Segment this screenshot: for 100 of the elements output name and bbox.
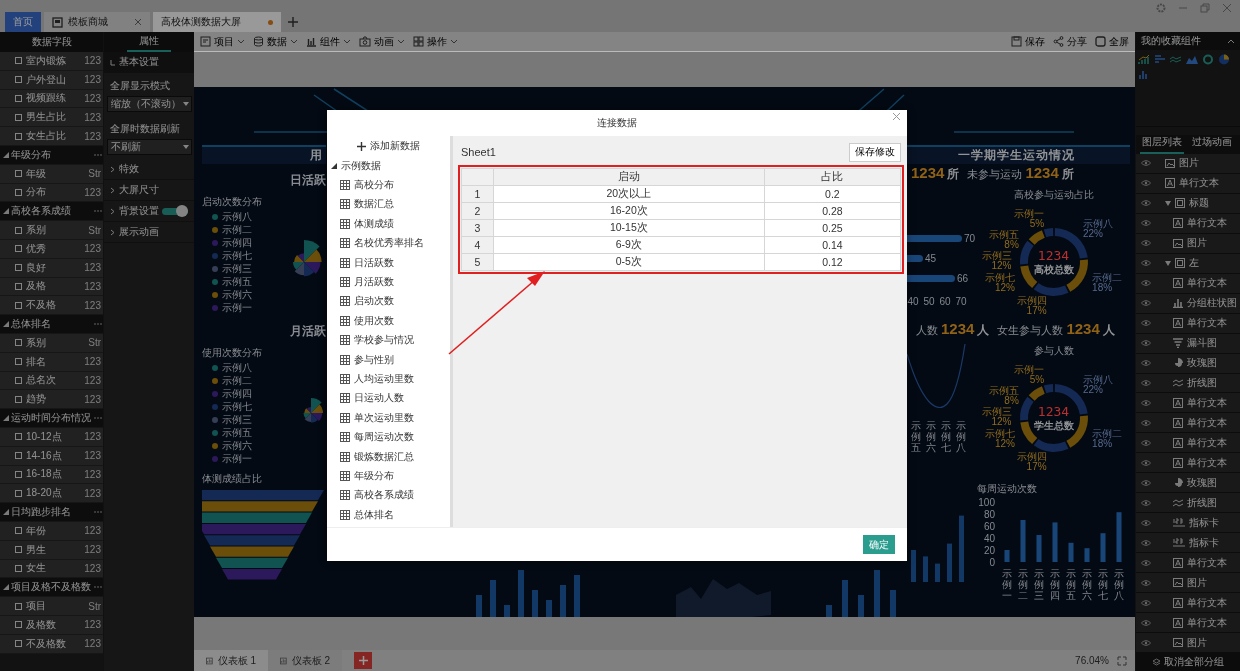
close-icon[interactable] [1222, 3, 1232, 13]
checkbox[interactable] [15, 282, 22, 290]
fit-screen-icon[interactable] [1117, 655, 1127, 666]
dropdown[interactable]: 不刷新 [107, 139, 192, 155]
dataset-item[interactable]: 每周运动次数 [327, 427, 450, 447]
close-icon[interactable] [134, 18, 142, 26]
dataset-item[interactable]: 日运动人数 [327, 388, 450, 409]
field-group[interactable]: 高校各系成绩 [0, 202, 103, 222]
dataset-item[interactable]: 使用次数 [327, 311, 450, 331]
layer-item[interactable]: 指标卡 [1136, 513, 1240, 534]
layer-item[interactable]: 玫瑰图 [1136, 473, 1240, 494]
eye-icon[interactable] [1141, 599, 1151, 606]
checkbox[interactable] [15, 301, 22, 309]
dataset-item[interactable]: 年级分布 [327, 466, 450, 486]
dataset-item[interactable]: 锻炼数据汇总 [327, 446, 450, 467]
eye-icon[interactable] [1141, 479, 1151, 486]
line-bar-chart-icon[interactable] [1138, 53, 1150, 65]
eye-icon[interactable] [1141, 180, 1151, 187]
toolbar-menu[interactable]: 动画 [359, 34, 405, 49]
eye-icon[interactable] [1141, 539, 1151, 546]
layer-item[interactable]: 左 [1136, 253, 1240, 274]
tab[interactable]: 模板商城 [44, 12, 150, 32]
layer-item[interactable]: 单行文本 [1136, 593, 1240, 614]
dataset-item[interactable]: 体测成绩 [327, 214, 450, 234]
eye-icon[interactable] [1141, 320, 1151, 327]
sheet-tab[interactable]: 仪表板 1 [194, 650, 268, 671]
dataset-item[interactable]: 参与性别 [327, 349, 450, 370]
layer-item[interactable]: 单行文本 [1136, 433, 1240, 454]
dataset-item[interactable]: 高校各系成绩 [327, 485, 450, 506]
layer-item[interactable]: 玫瑰图 [1136, 353, 1240, 374]
toolbar-menu[interactable]: 数据 [253, 34, 298, 49]
checkbox[interactable] [15, 57, 22, 65]
layer-item[interactable]: 分组柱状图 [1136, 293, 1240, 314]
layer-item[interactable]: 单行文本 [1136, 273, 1240, 294]
checkbox[interactable] [15, 339, 22, 347]
eye-icon[interactable] [1141, 439, 1151, 446]
dataset-item[interactable]: 总体排名 [327, 505, 450, 525]
add-sheet-button[interactable] [354, 652, 372, 669]
layer-item[interactable]: 单行文本 [1136, 213, 1240, 234]
checkbox[interactable] [15, 170, 22, 178]
more-icon[interactable] [94, 323, 102, 326]
layer-item[interactable]: 单行文本 [1136, 173, 1240, 194]
checkbox[interactable] [15, 602, 22, 610]
toggle-switch[interactable] [162, 207, 188, 215]
checkbox[interactable] [15, 113, 22, 121]
dataset-item[interactable]: 学校参与情况 [327, 330, 450, 350]
toolbar-button[interactable]: 保存 [1011, 34, 1045, 49]
layer-item[interactable]: 单行文本 [1136, 553, 1240, 574]
tab[interactable]: 过场动画 [1190, 134, 1234, 154]
layer-item[interactable]: 折线图 [1136, 493, 1240, 514]
field-group[interactable]: 项目及格不及格数 [0, 578, 103, 598]
eye-icon[interactable] [1141, 160, 1151, 167]
checkbox[interactable] [15, 264, 22, 272]
field-group[interactable]: 日均跑步排名 [0, 503, 103, 522]
eye-icon[interactable] [1141, 340, 1151, 347]
dataset-item[interactable]: 高校分布 [327, 175, 450, 195]
tree-item[interactable]: 示例数据 [327, 156, 450, 176]
eye-icon[interactable] [1141, 240, 1151, 247]
field-group[interactable]: 运动时间分布情况 [0, 409, 103, 428]
checkbox[interactable] [15, 188, 22, 196]
layer-item[interactable]: 单行文本 [1136, 413, 1240, 434]
layer-item[interactable]: 单行文本 [1136, 393, 1240, 414]
dataset-item[interactable]: 单次运动里数 [327, 408, 450, 428]
checkbox[interactable] [15, 564, 22, 572]
line-chart-icon[interactable] [1170, 53, 1182, 65]
settings-icon[interactable] [1156, 3, 1166, 13]
layer-item[interactable]: 单行文本 [1136, 313, 1240, 334]
eye-icon[interactable] [1141, 499, 1151, 506]
layer-item[interactable]: 图片 [1136, 633, 1240, 654]
checkbox[interactable] [15, 470, 22, 478]
save-changes-button[interactable]: 保存修改 [849, 142, 901, 162]
section-header[interactable]: 基本设置 [104, 52, 194, 73]
checkbox[interactable] [15, 95, 22, 102]
eye-icon[interactable] [1141, 559, 1151, 566]
eye-icon[interactable] [1141, 200, 1151, 207]
eye-icon[interactable] [1141, 399, 1151, 406]
more-icon[interactable] [94, 210, 102, 213]
checkbox[interactable] [15, 395, 22, 403]
more-icon[interactable] [94, 153, 102, 156]
layer-item[interactable]: 图片 [1136, 573, 1240, 594]
layer-item[interactable]: 标题 [1136, 193, 1240, 214]
layer-item[interactable]: 折线图 [1136, 373, 1240, 394]
dataset-item[interactable]: 日活跃数 [327, 252, 450, 273]
layer-item[interactable]: 图片 [1136, 153, 1240, 174]
ungroup-button[interactable]: 取消全部分组 [1136, 653, 1240, 671]
section-header[interactable]: 背景设置 [104, 201, 194, 222]
eye-icon[interactable] [1141, 579, 1151, 586]
eye-icon[interactable] [1141, 459, 1151, 466]
eye-icon[interactable] [1141, 260, 1151, 267]
toolbar-menu[interactable]: 操作 [413, 34, 458, 49]
add-tab-icon[interactable] [288, 17, 298, 27]
eye-icon[interactable] [1141, 639, 1151, 646]
horizontal-bar-icon[interactable] [1154, 53, 1166, 65]
more-icon[interactable] [94, 417, 102, 420]
dropdown[interactable]: 缩放（不滚动） [107, 96, 192, 112]
eye-icon[interactable] [1141, 280, 1151, 287]
eye-icon[interactable] [1141, 519, 1151, 526]
tab[interactable]: 首页 [5, 12, 41, 32]
layer-item[interactable]: 漏斗图 [1136, 333, 1240, 354]
confirm-button[interactable]: 确定 [863, 535, 895, 554]
